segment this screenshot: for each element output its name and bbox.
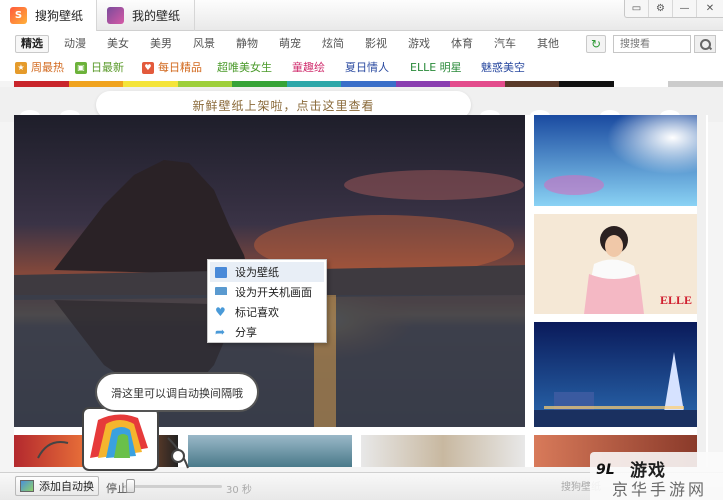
sub-beautiful-girls[interactable]: 超唯美女生 bbox=[217, 60, 272, 76]
category-youxi[interactable]: 游戏 bbox=[403, 35, 435, 53]
category-fengjing[interactable]: 风景 bbox=[188, 35, 220, 53]
tab-my-wallpaper[interactable]: 我的壁纸 bbox=[97, 0, 195, 31]
monitor-icon bbox=[215, 286, 227, 298]
subcategory-bar: ★ 周最热 ▣ 日最新 ♥ 每日精品 超唯美女生 童趣绘 夏日情人 ELLE 明… bbox=[0, 55, 723, 81]
my-wallpaper-icon bbox=[107, 7, 124, 24]
add-auto-change-button[interactable]: 添加自动换 bbox=[15, 476, 99, 496]
category-yingshi[interactable]: 影视 bbox=[360, 35, 392, 53]
tab-label: 我的壁纸 bbox=[132, 9, 181, 23]
menu-mark-favorite[interactable]: ♥ 标记喜欢 bbox=[210, 302, 324, 322]
picture-icon: ▣ bbox=[75, 62, 87, 74]
stop-label: 停止 bbox=[106, 482, 128, 495]
tab-label: 搜狗壁纸 bbox=[35, 9, 84, 23]
image-icon bbox=[215, 266, 227, 278]
banner-text: 新鲜壁纸上架啦，点击这里查看 bbox=[192, 99, 375, 113]
thumbnail-bottom-2[interactable] bbox=[188, 435, 352, 467]
sky-lens-flare-image bbox=[534, 115, 697, 206]
search-button[interactable] bbox=[694, 35, 716, 53]
city-night-image bbox=[534, 322, 697, 427]
menu-set-boot-screen[interactable]: 设为开关机画面 bbox=[210, 282, 324, 302]
woman-portrait-image: ELLE bbox=[534, 214, 697, 314]
refresh-icon: ↻ bbox=[590, 37, 602, 51]
thumbnail-city[interactable] bbox=[534, 322, 697, 427]
category-qiche[interactable]: 汽车 bbox=[489, 35, 521, 53]
refresh-button[interactable]: ↻ bbox=[586, 35, 606, 53]
category-mengchong[interactable]: 萌宠 bbox=[274, 35, 306, 53]
thumbnail-bottom-3[interactable] bbox=[361, 435, 525, 467]
interval-slider-handle[interactable] bbox=[126, 479, 135, 493]
sub-summer-lovers[interactable]: 夏日情人 bbox=[345, 60, 389, 76]
tooltip-bubble: 滑这里可以调自动换间隔哦 bbox=[95, 372, 259, 412]
pin-icon[interactable]: ⚙ bbox=[649, 0, 673, 17]
share-icon: ➦ bbox=[215, 324, 226, 339]
watermark-line2: 京华手游网 bbox=[612, 480, 708, 499]
bottom-2-image bbox=[188, 435, 352, 467]
category-dongman[interactable]: 动漫 bbox=[59, 35, 91, 53]
title-bar: S 搜狗壁纸 我的壁纸 ▭ ⚙ — ✕ bbox=[0, 0, 723, 31]
scrollbar[interactable] bbox=[697, 115, 706, 467]
category-tiyu[interactable]: 体育 bbox=[446, 35, 478, 53]
context-menu: 设为壁纸 设为开关机画面 ♥ 标记喜欢 ➦ 分享 bbox=[207, 259, 327, 343]
sub-weekly-hot[interactable]: ★ 周最热 bbox=[15, 60, 64, 76]
category-meinan[interactable]: 美男 bbox=[145, 35, 177, 53]
category-meinv[interactable]: 美女 bbox=[102, 35, 134, 53]
menu-set-wallpaper[interactable]: 设为壁纸 bbox=[210, 262, 324, 282]
wallpaper-icon bbox=[20, 480, 34, 492]
interval-slider-track[interactable] bbox=[124, 485, 222, 488]
sub-daily-best[interactable]: ♥ 每日精品 bbox=[142, 60, 202, 76]
menu-share[interactable]: ➦ 分享 bbox=[210, 322, 324, 342]
close-icon[interactable]: ✕ bbox=[697, 0, 723, 17]
search-input[interactable] bbox=[613, 35, 691, 53]
sub-childlike[interactable]: 童趣绘 bbox=[292, 60, 325, 76]
category-jingwu[interactable]: 静物 bbox=[231, 35, 263, 53]
category-qita[interactable]: 其他 bbox=[532, 35, 564, 53]
heart-badge-icon: ♥ bbox=[142, 62, 154, 74]
category-xuanjian[interactable]: 炫简 bbox=[317, 35, 349, 53]
thumbnail-sky[interactable] bbox=[534, 115, 697, 206]
heart-icon: ♥ bbox=[215, 304, 226, 319]
elle-label: ELLE bbox=[660, 293, 692, 307]
sub-charming[interactable]: 魅惑美空 bbox=[481, 60, 525, 76]
restore-icon[interactable]: ▭ bbox=[625, 0, 649, 17]
thumbnail-woman[interactable]: ELLE bbox=[534, 214, 697, 314]
tab-sogou-wallpaper[interactable]: S 搜狗壁纸 bbox=[0, 0, 97, 31]
bottom-3-image bbox=[361, 435, 525, 467]
window-controls: ▭ ⚙ — ✕ bbox=[624, 0, 723, 18]
category-jingxuan[interactable]: 精选 bbox=[15, 35, 49, 53]
sogou-logo-icon: S bbox=[10, 7, 27, 24]
seconds-label: 30 秒 bbox=[226, 485, 252, 496]
star-icon: ★ bbox=[15, 62, 27, 74]
sub-daily-new[interactable]: ▣ 日最新 bbox=[75, 60, 124, 76]
minimize-icon[interactable]: — bbox=[673, 0, 697, 17]
sub-elle-stars[interactable]: ELLE 明星 bbox=[410, 60, 462, 76]
